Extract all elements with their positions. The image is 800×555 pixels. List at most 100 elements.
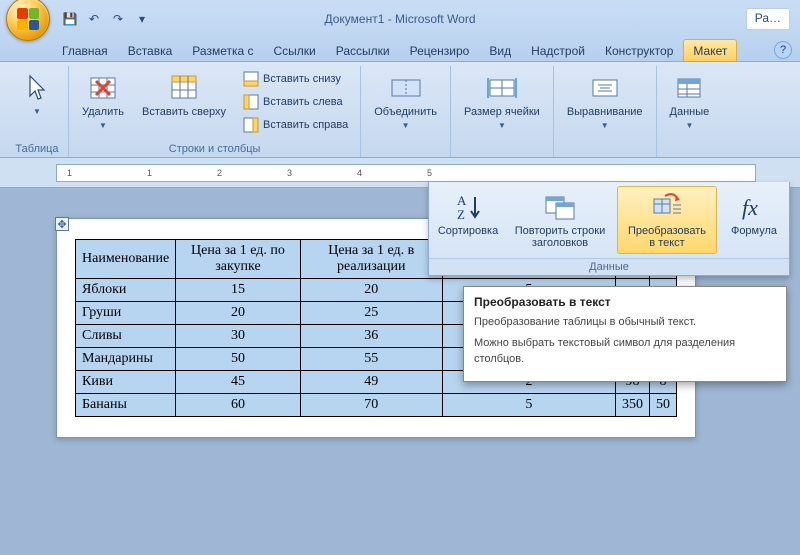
svg-text:fx: fx <box>742 195 758 220</box>
contextual-tab-label[interactable]: Ра… <box>746 8 790 30</box>
table-cell[interactable]: Груши <box>76 302 176 325</box>
repeat-header-rows-button[interactable]: Повторить строки заголовков <box>505 186 615 254</box>
table-cell[interactable]: 36 <box>300 325 442 348</box>
tooltip-title: Преобразовать в текст <box>474 295 776 309</box>
table-cell[interactable]: 20 <box>300 279 442 302</box>
group-merge: Объединить ▼ <box>361 66 451 157</box>
table-cell[interactable]: 5 <box>442 394 615 417</box>
chevron-down-icon: ▼ <box>402 121 410 130</box>
table-header-cell[interactable]: Наименование <box>76 240 176 279</box>
table-cell[interactable]: 49 <box>300 371 442 394</box>
insert-col-left-icon <box>243 94 259 110</box>
select-button[interactable]: ▼ <box>12 68 62 120</box>
table-cell[interactable]: 50 <box>649 394 676 417</box>
group-label-table: Таблица <box>12 142 62 157</box>
table-cell[interactable]: Киви <box>76 371 176 394</box>
table-header-cell[interactable]: Цена за 1 ед. в реализации <box>300 240 442 279</box>
table-cell[interactable]: 50 <box>176 348 300 371</box>
qat-redo-button[interactable]: ↷ <box>108 9 128 29</box>
insert-row-above-icon <box>168 72 200 104</box>
tab-design[interactable]: Конструктор <box>595 39 683 61</box>
horizontal-ruler[interactable]: 1 1 2 3 4 5 <box>56 164 756 182</box>
tooltip: Преобразовать в текст Преобразование таб… <box>463 286 787 382</box>
quick-access-toolbar: 💾 ↶ ↷ ▾ <box>60 9 152 29</box>
group-select-table: ▼ Таблица <box>6 66 69 157</box>
help-icon[interactable]: ? <box>774 41 792 59</box>
table-cell[interactable]: 45 <box>176 371 300 394</box>
chevron-down-icon: ▼ <box>601 121 609 130</box>
cell-size-icon <box>486 72 518 104</box>
formula-button[interactable]: fx Формула <box>719 186 789 254</box>
table-move-handle[interactable]: ✥ <box>55 217 69 231</box>
table-header-cell[interactable]: Цена за 1 ед. по закупке <box>176 240 300 279</box>
group-data: Данные ▼ <box>657 66 723 157</box>
cell-size-button[interactable]: Размер ячейки ▼ <box>457 68 547 134</box>
insert-below-button[interactable]: Вставить снизу <box>237 68 354 90</box>
delete-button[interactable]: Удалить ▼ <box>75 68 131 134</box>
qat-save-button[interactable]: 💾 <box>60 9 80 29</box>
table-cell[interactable]: 350 <box>615 394 649 417</box>
ribbon-tabs: Главная Вставка Разметка с Ссылки Рассыл… <box>0 38 800 62</box>
tab-layout[interactable]: Макет <box>683 39 737 61</box>
chevron-down-icon: ▼ <box>498 121 506 130</box>
group-label-rows-cols: Строки и столбцы <box>75 142 354 157</box>
tab-mailings[interactable]: Рассылки <box>326 39 400 61</box>
table-cell[interactable]: 70 <box>300 394 442 417</box>
table-row[interactable]: Бананы6070535050 <box>76 394 677 417</box>
ribbon: ▼ Таблица Удалить ▼ Вставить свер <box>0 62 800 158</box>
convert-to-text-icon <box>651 191 683 223</box>
table-cell[interactable]: Бананы <box>76 394 176 417</box>
alignment-button[interactable]: Выравнивание ▼ <box>560 68 650 134</box>
insert-row-below-icon <box>243 71 259 87</box>
office-button[interactable] <box>6 0 50 41</box>
group-cell-size: Размер ячейки ▼ <box>451 66 554 157</box>
tab-references[interactable]: Ссылки <box>264 39 326 61</box>
table-cell[interactable]: 20 <box>176 302 300 325</box>
convert-to-text-button[interactable]: Преобразовать в текст <box>617 186 717 254</box>
table-cell[interactable]: Яблоки <box>76 279 176 302</box>
chevron-down-icon: ▼ <box>685 121 693 130</box>
table-cell[interactable]: 25 <box>300 302 442 325</box>
data-button[interactable]: Данные ▼ <box>663 68 717 134</box>
merge-button[interactable]: Объединить ▼ <box>367 68 444 134</box>
svg-text:Z: Z <box>457 207 465 222</box>
group-alignment: Выравнивание ▼ <box>554 66 657 157</box>
tab-addins[interactable]: Надстрой <box>521 39 595 61</box>
svg-text:A: A <box>457 193 467 208</box>
tab-view[interactable]: Вид <box>479 39 521 61</box>
titlebar: 💾 ↶ ↷ ▾ Документ1 - Microsoft Word Ра… <box>0 0 800 38</box>
table-cell[interactable]: Мандарины <box>76 348 176 371</box>
insert-right-button[interactable]: Вставить справа <box>237 114 354 136</box>
office-logo-icon <box>17 8 39 30</box>
insert-col-right-icon <box>243 117 259 133</box>
tab-review[interactable]: Рецензиро <box>400 39 480 61</box>
delete-table-icon <box>87 72 119 104</box>
sort-az-icon: AZ <box>452 191 484 223</box>
data-icon <box>673 72 705 104</box>
table-cell[interactable]: 15 <box>176 279 300 302</box>
insert-left-button[interactable]: Вставить слева <box>237 91 354 113</box>
group-rows-cols: Удалить ▼ Вставить сверху Вставить снизу <box>69 66 361 157</box>
align-center-icon <box>589 72 621 104</box>
window-title: Документ1 - Microsoft Word <box>324 12 475 26</box>
sort-button[interactable]: AZ Сортировка <box>433 186 503 254</box>
insert-above-button[interactable]: Вставить сверху <box>135 68 233 122</box>
tab-page-layout[interactable]: Разметка с <box>182 39 263 61</box>
qat-undo-button[interactable]: ↶ <box>84 9 104 29</box>
data-dropdown-panel: AZ Сортировка Повторить строки заголовко… <box>428 182 790 276</box>
table-cell[interactable]: 30 <box>176 325 300 348</box>
tooltip-body: Преобразование таблицы в обычный текст. … <box>474 315 776 367</box>
table-cell[interactable]: 55 <box>300 348 442 371</box>
chevron-down-icon: ▼ <box>99 121 107 130</box>
cursor-icon <box>21 72 53 104</box>
tab-insert[interactable]: Вставка <box>118 39 183 61</box>
chevron-down-icon: ▼ <box>33 107 41 116</box>
repeat-rows-icon <box>544 191 576 223</box>
table-cell[interactable]: 60 <box>176 394 300 417</box>
tab-home[interactable]: Главная <box>52 39 118 61</box>
data-panel-group-label: Данные <box>429 258 789 275</box>
merge-cells-icon <box>390 72 422 104</box>
formula-fx-icon: fx <box>738 191 770 223</box>
table-cell[interactable]: Сливы <box>76 325 176 348</box>
qat-customize-button[interactable]: ▾ <box>132 9 152 29</box>
